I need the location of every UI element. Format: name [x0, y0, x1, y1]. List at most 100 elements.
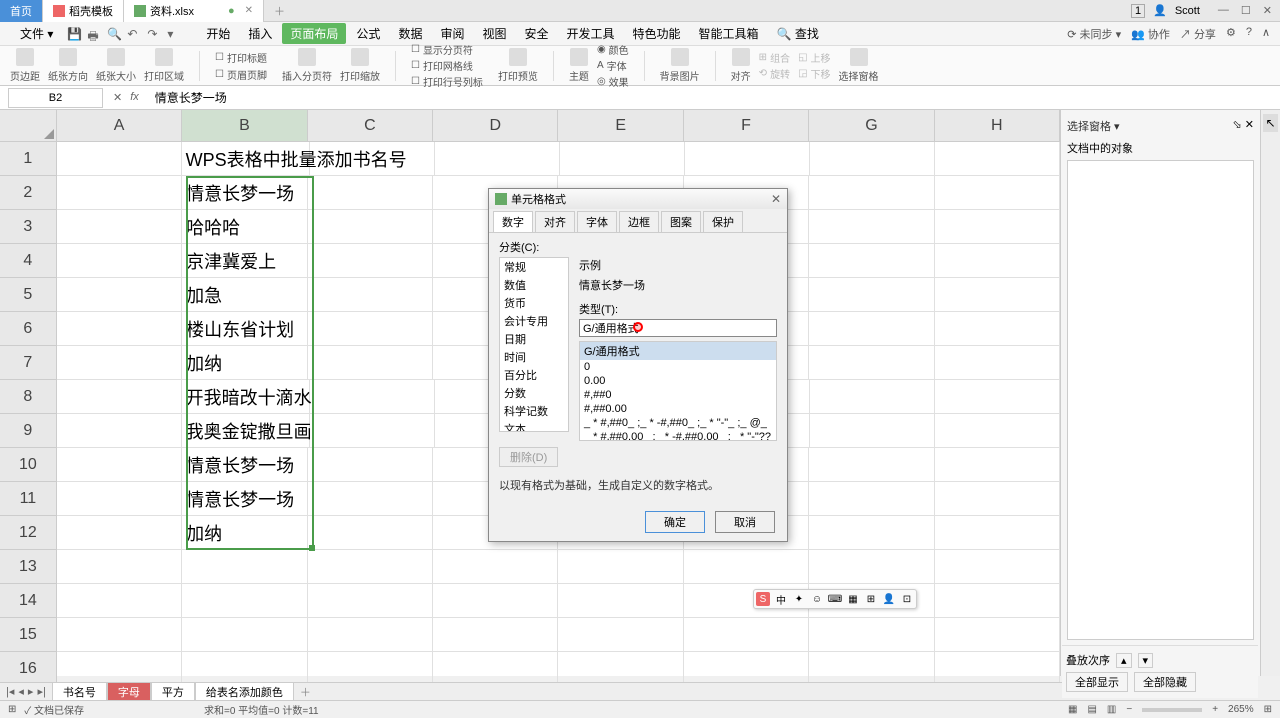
orientation-button[interactable]: 纸张方向 [48, 48, 88, 83]
menu-review[interactable]: 审阅 [432, 23, 472, 44]
cell-H10[interactable] [935, 448, 1060, 482]
user-avatar-icon[interactable]: 👤 [1153, 4, 1167, 17]
file-menu[interactable]: 文件 ▾ [8, 23, 65, 44]
row-header-7[interactable]: 7 [0, 346, 57, 380]
cell-A1[interactable] [57, 142, 182, 176]
format-item[interactable]: 0.00 [580, 374, 776, 388]
menu-formula[interactable]: 公式 [348, 23, 388, 44]
cell-B6[interactable]: 楼山东省计划 [182, 312, 307, 346]
cell-G9[interactable] [810, 414, 935, 448]
category-item[interactable]: 常规 [500, 258, 568, 276]
cell-B15[interactable] [182, 618, 307, 652]
menu-view[interactable]: 视图 [474, 23, 514, 44]
cancel-button[interactable]: 取消 [715, 511, 775, 533]
cell-B1[interactable]: WPS表格中批量添加书名号 [182, 142, 310, 176]
sheet-tab[interactable]: 书名号 [52, 682, 107, 702]
cell-G5[interactable] [809, 278, 934, 312]
colors-button[interactable]: ◉ 颜色 [597, 42, 629, 57]
category-item[interactable]: 会计专用 [500, 312, 568, 330]
cell-G15[interactable] [809, 618, 934, 652]
format-item[interactable]: _ * #,##0_ ;_ * -#,##0_ ;_ * "-"_ ;_ @_ [580, 416, 776, 430]
hide-all-button[interactable]: 全部隐藏 [1134, 672, 1196, 692]
cell-B11[interactable]: 情意长梦一场 [182, 482, 307, 516]
cell-C3[interactable] [308, 210, 433, 244]
menu-data[interactable]: 数据 [390, 23, 430, 44]
close-icon[interactable]: ✕ [1263, 4, 1272, 17]
pagebreak-button[interactable]: 插入分页符 [282, 48, 332, 83]
cell-G2[interactable] [809, 176, 934, 210]
cell-D13[interactable] [433, 550, 558, 584]
cell-A8[interactable] [57, 380, 182, 414]
rotate-button[interactable]: ⟲ 旋转 [759, 66, 790, 81]
bring-forward-button[interactable]: ◱ 上移 [798, 50, 830, 65]
tab-number[interactable]: 数字 [493, 211, 533, 232]
category-item[interactable]: 文本 [500, 420, 568, 432]
format-item[interactable]: G/通用格式 [580, 342, 776, 360]
cell-G1[interactable] [810, 142, 935, 176]
cell-H11[interactable] [935, 482, 1060, 516]
zoom-level[interactable]: 265% [1228, 704, 1254, 715]
cell-G8[interactable] [810, 380, 935, 414]
cell-A11[interactable] [57, 482, 182, 516]
printscale-button[interactable]: 打印缩放 [340, 48, 380, 83]
objects-list[interactable] [1067, 160, 1254, 640]
row-header-14[interactable]: 14 [0, 584, 57, 618]
cell-F13[interactable] [684, 550, 809, 584]
view-normal-icon[interactable]: ▦ [1068, 704, 1077, 715]
cell-A7[interactable] [57, 346, 182, 380]
row-header-5[interactable]: 5 [0, 278, 57, 312]
menu-pagelayout[interactable]: 页面布局 [282, 23, 346, 44]
menu-smarttools[interactable]: 智能工具箱 [691, 23, 767, 44]
row-header-2[interactable]: 2 [0, 176, 57, 210]
menu-special[interactable]: 特色功能 [625, 23, 689, 44]
category-item[interactable]: 分数 [500, 384, 568, 402]
dropdown-icon[interactable]: ▾ [167, 27, 181, 41]
cell-H6[interactable] [935, 312, 1060, 346]
col-header-C[interactable]: C [308, 110, 433, 142]
cell-D15[interactable] [433, 618, 558, 652]
tab-doc-active[interactable]: 资料.xlsx ● ✕ [124, 0, 264, 22]
ime-icon-2[interactable]: ✦ [792, 592, 806, 606]
select-all-corner[interactable] [0, 110, 57, 142]
cell-C1[interactable] [310, 142, 435, 176]
cell-G12[interactable] [809, 516, 934, 550]
mode-icon[interactable]: ⊞ [8, 704, 16, 715]
minimize-icon[interactable]: — [1218, 4, 1229, 17]
dialog-titlebar[interactable]: 单元格格式 ✕ [489, 189, 787, 209]
pane-pin-icon[interactable]: ⬂ [1233, 119, 1242, 131]
category-item[interactable]: 百分比 [500, 366, 568, 384]
cell-G10[interactable] [809, 448, 934, 482]
cell-D14[interactable] [433, 584, 558, 618]
settings-icon[interactable]: ⚙ [1226, 26, 1236, 42]
cell-C14[interactable] [308, 584, 433, 618]
cell-D16[interactable] [433, 652, 558, 686]
cell-B3[interactable]: 哈哈哈 [182, 210, 307, 244]
show-pagebreaks-check[interactable]: ☐ 显示分页符 [411, 42, 473, 57]
format-item[interactable]: #,##0.00 [580, 402, 776, 416]
cell-E16[interactable] [558, 652, 683, 686]
pane-close-icon[interactable]: ✕ [1245, 119, 1254, 131]
cell-B4[interactable]: 京津冀爱上 [182, 244, 307, 278]
col-header-D[interactable]: D [433, 110, 558, 142]
help-icon[interactable]: ? [1246, 26, 1252, 42]
cell-C15[interactable] [308, 618, 433, 652]
cell-C16[interactable] [308, 652, 433, 686]
effects-button[interactable]: ◎ 效果 [597, 74, 629, 89]
cell-H9[interactable] [935, 414, 1060, 448]
cell-H7[interactable] [935, 346, 1060, 380]
print-preview-button[interactable]: 打印预览 [498, 48, 538, 83]
cell-A2[interactable] [57, 176, 182, 210]
maximize-icon[interactable]: ☐ [1241, 4, 1251, 17]
theme-button[interactable]: 主题 [569, 48, 589, 83]
view-pagebreak-icon[interactable]: ▤ [1087, 704, 1096, 715]
sync-status[interactable]: ⟳ 未同步 ▾ [1067, 26, 1121, 42]
cell-H13[interactable] [935, 550, 1060, 584]
selection-pane-button[interactable]: 选择窗格 [839, 48, 879, 83]
cell-A9[interactable] [57, 414, 182, 448]
cell-G11[interactable] [809, 482, 934, 516]
cell-B10[interactable]: 情意长梦一场 [182, 448, 307, 482]
ok-button[interactable]: 确定 [645, 511, 705, 533]
cell-C10[interactable] [308, 448, 433, 482]
cell-F1[interactable] [685, 142, 810, 176]
category-item[interactable]: 时间 [500, 348, 568, 366]
